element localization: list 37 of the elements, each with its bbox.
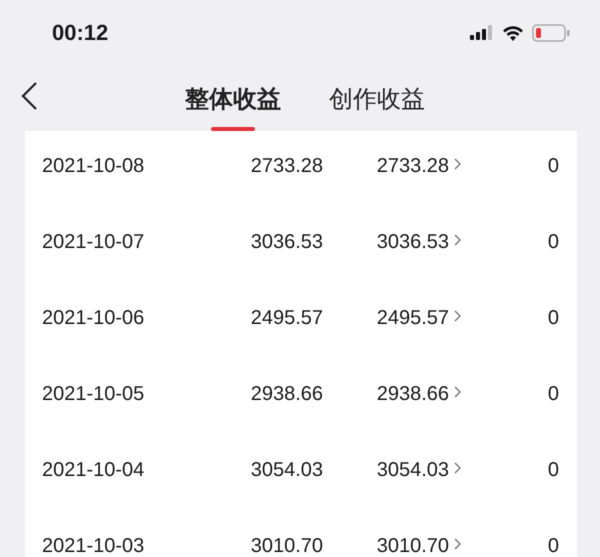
- amount-text: 2495.57: [250, 307, 323, 329]
- tab[interactable]: 整体收益: [185, 81, 281, 131]
- date-text: 2021-10-03: [42, 535, 144, 557]
- date-text: 2021-10-07: [42, 231, 144, 253]
- tab[interactable]: 创作收益: [329, 81, 425, 131]
- chevron-icon[interactable]: [454, 234, 461, 246]
- amount-text: 3054.03: [250, 459, 323, 481]
- date-text: 2021-10-06: [42, 307, 144, 329]
- back-button[interactable]: [20, 81, 38, 111]
- date-text: 2021-10-08: [42, 155, 144, 177]
- date-text: 2021-10-05: [42, 383, 144, 405]
- battery-icon: [532, 24, 570, 42]
- signal-icon: [470, 25, 494, 40]
- chevron-icon[interactable]: [454, 462, 461, 474]
- value-text: 0: [548, 459, 559, 481]
- amount-text: 2733.28: [376, 155, 449, 177]
- chevron-icon[interactable]: [454, 386, 461, 398]
- amount-text: 3054.03: [376, 459, 449, 481]
- value-text: 0: [548, 231, 559, 253]
- amount-text: 3036.53: [250, 231, 323, 253]
- value-text: 0: [548, 383, 559, 405]
- amount-text: 3010.70: [250, 535, 323, 557]
- amount-text: 2733.28: [250, 155, 323, 177]
- chevron-icon[interactable]: [454, 538, 461, 550]
- value-text: 0: [548, 155, 559, 177]
- value-text: 0: [548, 535, 559, 557]
- amount-text: 2938.66: [376, 383, 449, 405]
- status-time: 00:12: [52, 19, 108, 47]
- amount-text: 2495.57: [376, 307, 449, 329]
- chevron-icon[interactable]: [454, 158, 461, 170]
- amount-text: 3036.53: [376, 231, 449, 253]
- amount-text: 3010.70: [376, 535, 449, 557]
- date-text: 2021-10-04: [42, 459, 144, 481]
- wifi-icon: [502, 24, 524, 40]
- amount-text: 2938.66: [250, 383, 323, 405]
- chevron-icon[interactable]: [454, 310, 461, 322]
- value-text: 0: [548, 307, 559, 329]
